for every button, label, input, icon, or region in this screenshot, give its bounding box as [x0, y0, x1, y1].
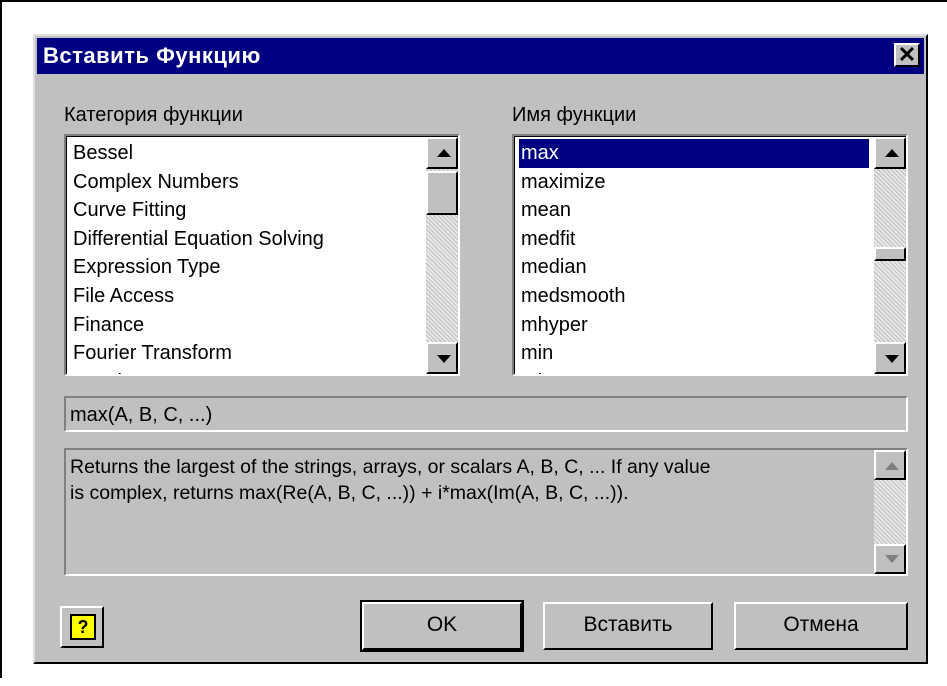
function-description-area: Returns the largest of the strings, arra…: [64, 448, 908, 576]
scroll-down-button[interactable]: [874, 342, 906, 374]
function-item[interactable]: medsmooth: [519, 282, 873, 311]
category-item[interactable]: Fourier Transform: [71, 339, 324, 368]
scroll-thumb[interactable]: [426, 171, 458, 215]
description-line: is complex, returns max(Re(A, B, C, ...)…: [70, 482, 629, 504]
insert-button[interactable]: Вставить: [543, 602, 713, 650]
function-item[interactable]: mhyper: [519, 311, 873, 340]
function-scrollbar[interactable]: [874, 137, 906, 374]
cancel-button[interactable]: Отмена: [734, 602, 908, 650]
function-item[interactable]: min: [519, 339, 873, 368]
function-signature: max(A, B, C, ...): [70, 404, 213, 426]
function-signature-field: max(A, B, C, ...): [64, 396, 908, 432]
function-item[interactable]: maximize: [519, 168, 873, 197]
function-item[interactable]: medfit: [519, 225, 873, 254]
description-line: Returns the largest of the strings, arra…: [70, 456, 711, 478]
function-label: Имя функции: [512, 104, 637, 126]
arrow-down-icon: [437, 355, 451, 363]
description-scrollbar[interactable]: [874, 450, 906, 574]
scroll-up-button[interactable]: [874, 450, 906, 480]
help-button[interactable]: ?: [60, 606, 104, 648]
arrow-up-icon: [885, 149, 899, 157]
insert-function-dialog: Вставить Функцию ✕ Категория функции Bes…: [33, 34, 928, 664]
category-item[interactable]: Expression Type: [71, 253, 324, 282]
arrow-up-icon: [437, 149, 451, 157]
title-bar[interactable]: Вставить Функцию ✕: [37, 38, 924, 74]
close-icon: ✕: [897, 42, 917, 67]
category-scrollbar[interactable]: [426, 137, 458, 374]
category-item[interactable]: Bessel: [71, 139, 324, 168]
listbox-border: max maximize mean medfit median medsmoot…: [514, 136, 906, 374]
function-item-selected[interactable]: max: [519, 139, 869, 168]
scroll-down-button[interactable]: [426, 342, 458, 374]
arrow-down-icon: [885, 355, 899, 363]
scroll-down-button[interactable]: [874, 544, 906, 574]
function-item[interactable]: mean: [519, 196, 873, 225]
ok-button[interactable]: OK: [360, 600, 524, 652]
arrow-down-icon: [885, 555, 899, 563]
help-icon: ?: [70, 614, 96, 640]
category-item[interactable]: Complex Numbers: [71, 168, 324, 197]
category-item[interactable]: Differential Equation Solving: [71, 225, 324, 254]
category-item[interactable]: File Access: [71, 282, 324, 311]
scroll-up-button[interactable]: [426, 137, 458, 169]
dialog-title: Вставить Функцию: [43, 43, 261, 68]
close-button[interactable]: ✕: [894, 43, 920, 67]
category-item[interactable]: Curve Fitting: [71, 196, 324, 225]
arrow-up-icon: [885, 462, 899, 470]
category-item[interactable]: Graph: [71, 368, 324, 374]
category-list: Bessel Complex Numbers Curve Fitting Dif…: [71, 139, 324, 374]
function-item[interactable]: minerr: [519, 368, 873, 374]
category-label: Категория функции: [64, 104, 243, 126]
listbox-border: Bessel Complex Numbers Curve Fitting Dif…: [66, 136, 458, 374]
category-item[interactable]: Finance: [71, 311, 324, 340]
scroll-thumb[interactable]: [874, 247, 906, 261]
category-listbox[interactable]: Bessel Complex Numbers Curve Fitting Dif…: [64, 134, 460, 376]
function-list: max maximize mean medfit median medsmoot…: [519, 139, 873, 374]
function-listbox[interactable]: max maximize mean medfit median medsmoot…: [512, 134, 908, 376]
function-item[interactable]: median: [519, 253, 873, 282]
scroll-up-button[interactable]: [874, 137, 906, 169]
function-description: Returns the largest of the strings, arra…: [70, 454, 711, 506]
